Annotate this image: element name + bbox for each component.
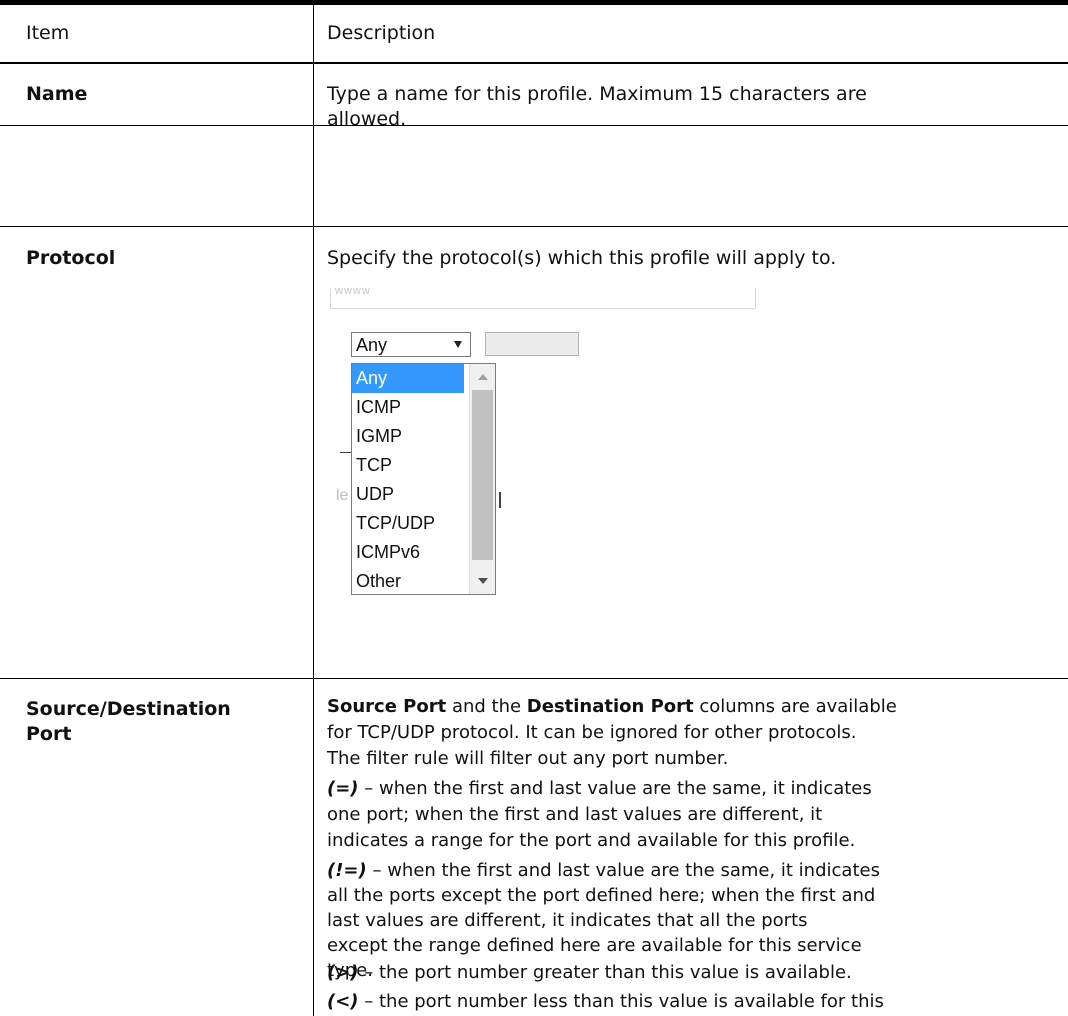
port-para-2-line3: indicates a range for the port and avail… [327,830,856,851]
option-icmp[interactable]: ICMP [352,393,464,422]
options-scrollbar[interactable] [469,364,495,594]
port-para-3-line2: all the ports except the port defined he… [327,885,876,906]
protocol-dropdown-screenshot: wwww Any le Any ICMP IGMP TCP UDP TCP/UD… [330,284,810,595]
port-para-3-line4: except the range defined here are availa… [327,935,862,956]
table-top-border [0,0,1068,5]
item-name: Name [26,83,88,105]
text: columns are available [693,696,897,717]
port-para-4-line1: (>) – the port number greater than this … [327,960,1055,986]
protocol-desc: Specify the protocol(s) which this profi… [327,247,837,269]
port-para-2-line1: (=) – when the first and last value are … [327,776,1055,802]
option-icmpv6[interactable]: ICMPv6 [352,538,464,567]
port-para-3-line1: (!=) – when the first and last value are… [327,858,1055,883]
option-other[interactable]: Other [352,567,464,594]
item-protocol: Protocol [26,247,116,269]
row-divider [0,678,1068,679]
header-divider [0,62,1068,64]
name-desc-line2: allowed. [327,108,407,130]
option-udp[interactable]: UDP [352,480,464,509]
description-table: Item Description Name Type a name for th… [0,0,1068,1016]
ghost-field: wwww [330,285,756,309]
column-divider [313,5,314,1016]
port-para-3-line3: last values are different, it indicates … [327,910,808,931]
port-para-1-line2: for TCP/UDP protocol. It can be ignored … [327,722,857,743]
symbol-neq: (!=) [327,860,367,881]
scrollbar-thumb[interactable] [472,390,493,560]
scroll-up-icon[interactable] [478,374,488,380]
port-para-2: (=) – when the first and last value are … [327,776,1055,854]
item-port-line2: Port [26,723,72,745]
protocol-select-value: Any [356,335,388,355]
chevron-down-icon [454,341,462,348]
destination-port-term: Destination Port [526,696,694,717]
port-para-2-line2: one port; when the first and last values… [327,804,823,825]
obscured-line [340,452,351,453]
port-para-1-line1: Source Port and the Destination Port col… [327,694,1055,720]
option-tcp[interactable]: TCP [352,451,464,480]
item-port-line1: Source/Destination [26,698,231,720]
text: – when the first and last value are the … [358,778,872,799]
option-igmp[interactable]: IGMP [352,422,464,451]
text: – the port number greater than this valu… [358,962,852,983]
port-para-1-line3: The filter rule will filter out any port… [327,748,729,769]
symbol: (<) [327,991,359,1012]
text: – when the first and last value are the … [366,860,880,881]
name-desc-line1: Type a name for this profile. Maximum 15… [327,83,867,105]
obscured-line [499,492,501,508]
header-description: Description [327,22,436,44]
row-divider [0,226,1068,227]
source-port-term: Source Port [327,696,447,717]
symbol-eq: (=) [327,778,359,799]
blank-button[interactable] [485,332,579,356]
option-tcp-udp[interactable]: TCP/UDP [352,509,464,538]
header-item: Item [26,22,70,44]
protocol-options-list[interactable]: Any ICMP IGMP TCP UDP TCP/UDP ICMPv6 Oth… [351,363,496,595]
row-divider [0,125,1068,126]
text: – the port number less than this value i… [358,991,884,1012]
ghost-text: wwww [335,285,371,297]
text: and the [446,696,527,717]
option-any[interactable]: Any [352,364,464,393]
protocol-select[interactable]: Any [351,332,471,357]
obscured-fragment: le [336,487,349,504]
port-para-1: Source Port and the Destination Port col… [327,694,1055,772]
symbol: (>) [327,962,359,983]
scroll-down-icon[interactable] [478,578,488,584]
port-para-5: (<) – the port number less than this val… [327,988,1055,1015]
port-para-4: (>) – the port number greater than this … [327,960,1055,986]
port-para-5-line1: (<) – the port number less than this val… [327,988,1055,1015]
